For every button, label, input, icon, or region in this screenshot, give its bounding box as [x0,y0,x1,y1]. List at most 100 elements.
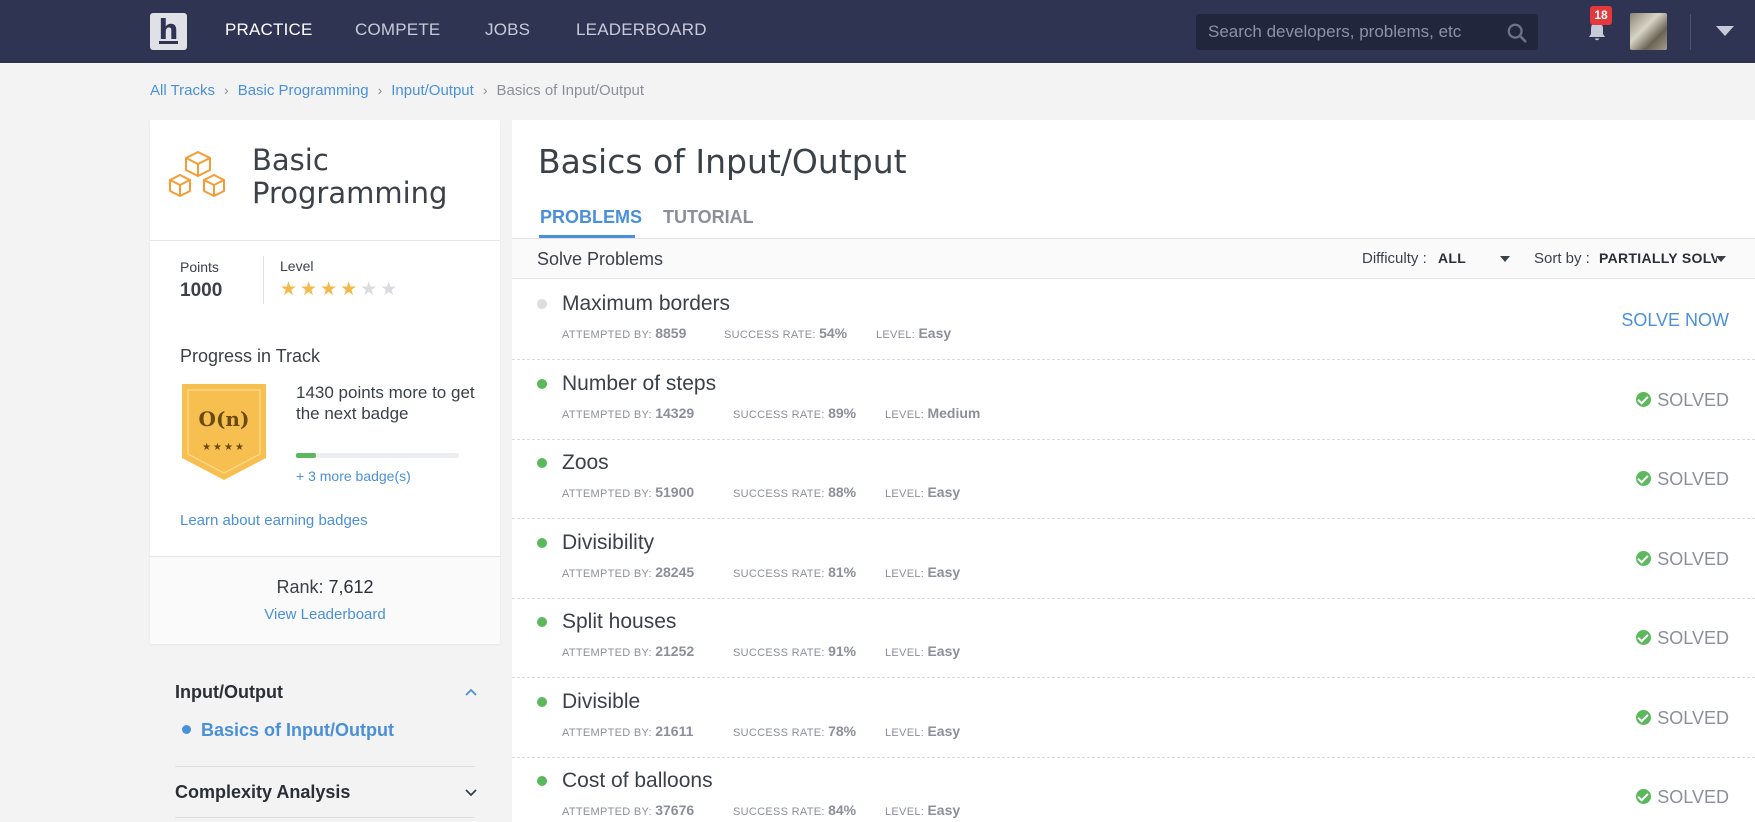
status-dot [537,537,547,548]
caret-down-icon[interactable] [1500,256,1510,262]
level-stars: ★★★★★★ [280,278,400,301]
problem-name[interactable]: Maximum borders [562,292,730,316]
logo[interactable]: h [150,13,187,50]
badge-progress-fill [296,453,316,458]
level-value: Easy [918,325,952,341]
more-badges-link[interactable]: + 3 more badge(s) [296,468,411,484]
level-label: LEVEL: [885,806,925,818]
problem-row[interactable]: Number of steps ATTEMPTED BY: 14329 SUCCES… [512,360,1755,440]
section-item-basics-of-io[interactable]: Basics of Input/Output [182,720,394,741]
solved-label: SOLVED [1657,707,1729,728]
success-value: 81% [828,563,857,580]
success-value: 88% [828,484,857,500]
attempted-value: 8859 [655,325,687,341]
search-box [1196,14,1538,50]
solved-status: SOLVED [1636,469,1729,490]
check-circle-icon [1636,471,1652,486]
divider [150,240,500,241]
tab-tutorial[interactable]: TUTORIAL [663,207,754,228]
success-value: 78% [828,722,857,739]
page-title: Basics of Input/Output [538,142,907,181]
chevron-down-icon[interactable] [464,787,478,797]
search-icon[interactable] [1506,22,1528,44]
problem-row[interactable]: Divisibility ATTEMPTED BY: 28245 SUCCESS R… [512,519,1755,599]
problem-name[interactable]: Cost of balloons [562,769,713,793]
breadcrumb-basic-programming[interactable]: Basic Programming [238,82,369,99]
view-leaderboard-link[interactable]: View Leaderboard [150,606,500,623]
caret-down-icon[interactable] [1716,256,1726,262]
success-value: 91% [828,643,857,659]
problem-row[interactable]: Zoos ATTEMPTED BY: 51900 SUCCESS RATE: 88%… [512,439,1755,519]
problem-row[interactable]: Maximum borders ATTEMPTED BY: 8859 SUCCESS… [512,280,1755,360]
success-label: SUCCESS RATE: [724,329,816,341]
success-label: SUCCESS RATE: [733,806,825,818]
tab-problems[interactable]: PROBLEMS [540,207,642,228]
level-label: LEVEL: [885,647,925,659]
breadcrumb-all-tracks[interactable]: All Tracks [150,82,215,99]
nav-leaderboard[interactable]: LEADERBOARD [576,20,707,40]
problem-name[interactable]: Number of steps [562,372,716,396]
divider [263,256,264,304]
attempted-label: ATTEMPTED BY: [562,488,652,500]
problem-name[interactable]: Divisibility [562,531,654,555]
sort-select[interactable]: PARTIALLY SOLVED [1599,250,1717,266]
solve-problems-label: Solve Problems [537,249,664,269]
problem-name[interactable]: Zoos [562,451,609,475]
star-empty-icon: ★ [380,279,401,300]
success-value: 89% [828,404,857,421]
chevron-right-icon: › [482,82,488,98]
problem-row[interactable]: Divisible ATTEMPTED BY: 21611 SUCCESS RATE… [512,678,1755,758]
problem-name[interactable]: Split houses [562,610,676,634]
solved-label: SOLVED [1657,787,1729,807]
active-dot [182,725,191,734]
check-circle-icon [1636,789,1652,804]
status-dot [537,299,547,309]
search-input[interactable] [1208,14,1498,50]
nav-compete[interactable]: COMPETE [355,20,440,40]
nav-practice[interactable]: PRACTICE [225,20,313,40]
success-label: SUCCESS RATE: [733,488,825,500]
chevron-up-icon[interactable] [464,687,478,697]
rank-section: Rank: 7,612 View Leaderboard [150,556,500,644]
learn-badges-link[interactable]: Learn about earning badges [180,512,368,529]
section-complexity-analysis[interactable]: Complexity Analysis [175,782,350,803]
badge-stars: ★★★★ [202,442,246,453]
sort-label: Sort by : [1534,250,1590,267]
star-filled-icon: ★ [320,279,341,300]
chevron-right-icon: › [377,82,383,98]
badge-symbol: O(n) [199,407,250,431]
difficulty-label: Difficulty : [1362,250,1427,267]
problem-name[interactable]: Divisible [562,690,640,714]
attempted-value: 37676 [655,802,695,818]
avatar[interactable] [1630,13,1667,50]
attempted-label: ATTEMPTED BY: [562,408,652,421]
track-title: Basic Programming [252,144,447,210]
star-empty-icon: ★ [360,279,381,300]
problem-row[interactable]: Split houses ATTEMPTED BY: 21252 SUCCESS R… [512,598,1755,678]
check-circle-icon [1636,709,1652,725]
status-dot [537,617,547,627]
level-value: Easy [927,563,961,580]
solved-status: SOLVED [1636,628,1729,649]
solved-status: SOLVED [1636,390,1729,411]
success-label: SUCCESS RATE: [733,647,825,659]
attempted-value: 14329 [655,404,695,421]
attempted-label: ATTEMPTED BY: [562,567,652,580]
cubes-icon [169,151,225,197]
nav-jobs[interactable]: JOBS [485,20,530,40]
breadcrumb: All Tracks › Basic Programming › Input/Outpu… [150,82,644,99]
check-circle-icon [1636,630,1652,645]
level-label: LEVEL: [885,726,925,739]
problem-row[interactable]: Cost of balloons ATTEMPTED BY: 37676 SUCCE… [512,757,1755,822]
chevron-down-icon[interactable] [1716,26,1734,36]
next-badge-text: 1430 points more to get the next badge [296,383,475,423]
attempted-label: ATTEMPTED BY: [562,329,652,341]
breadcrumb-current: Basics of Input/Output [496,82,645,99]
star-filled-icon: ★ [280,279,301,300]
solve-now-button[interactable]: SOLVE NOW [1621,310,1729,331]
problem-meta: ATTEMPTED BY: 21611 SUCCESS RATE: 78% LEVE… [562,723,960,739]
breadcrumb-input-output[interactable]: Input/Output [391,82,474,99]
progress-title: Progress in Track [180,346,321,366]
section-input-output[interactable]: Input/Output [175,682,283,703]
solved-label: SOLVED [1657,469,1729,489]
